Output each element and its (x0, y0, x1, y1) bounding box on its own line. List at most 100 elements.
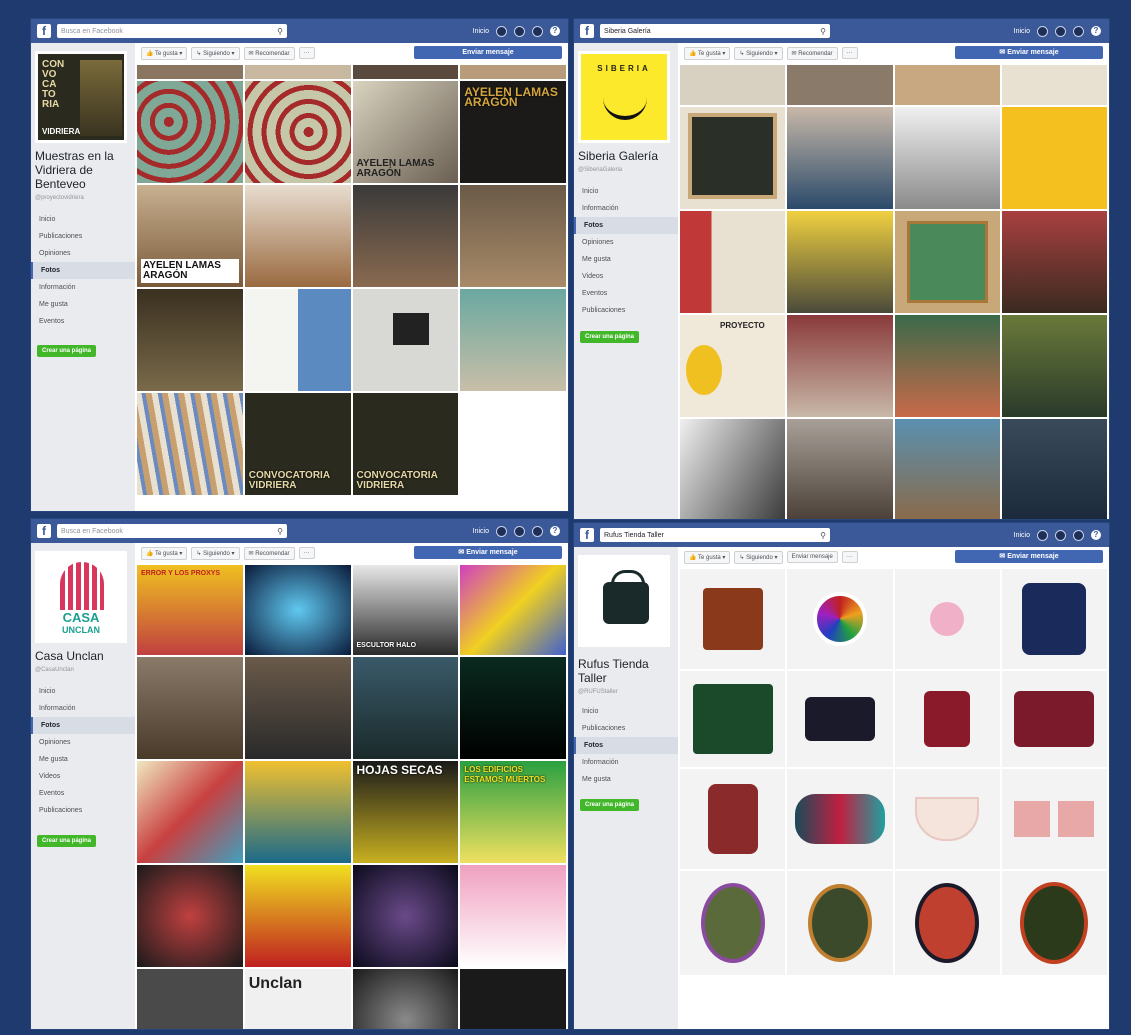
notifications-icon[interactable] (532, 25, 543, 37)
nav-item-eventos[interactable]: Eventos (31, 313, 135, 330)
more-button[interactable]: ··· (841, 551, 858, 563)
recommend-button[interactable]: ✉ Recomendar (786, 46, 838, 60)
create-page-button[interactable]: Crear una página (580, 799, 640, 811)
photo[interactable] (460, 657, 566, 759)
photo[interactable] (352, 865, 459, 967)
nav-item-informacion[interactable]: Información (31, 279, 135, 296)
photo[interactable]: AYELEN LAMAS ARAGÓN (352, 81, 459, 183)
photo[interactable] (1001, 871, 1107, 975)
like-button[interactable]: 👍 Te gusta ▾ (684, 550, 731, 564)
photo[interactable] (137, 81, 243, 183)
page-avatar[interactable]: CASA UNCLAN (35, 551, 127, 643)
send-message-button[interactable]: ✉ Enviar mensaje (955, 46, 1103, 59)
nav-item-fotos[interactable]: Fotos (31, 262, 135, 279)
page-avatar[interactable] (578, 555, 670, 647)
photo[interactable]: LOS EDIFICIOS ESTAMOS MUERTOS (460, 761, 566, 863)
search-input[interactable]: Busca en Facebook ⚲ (57, 524, 287, 538)
photo[interactable] (787, 871, 893, 975)
photo[interactable] (460, 65, 566, 79)
photo[interactable] (352, 657, 459, 759)
photo[interactable]: CONVOCATORIA VIDRIERA (352, 393, 459, 495)
photo[interactable]: HOJAS SECAS (352, 761, 459, 863)
photo[interactable] (1001, 65, 1107, 105)
follow-button[interactable]: ↳ Siguiendo ▾ (191, 546, 240, 560)
nav-item-fotos[interactable]: Fotos (574, 217, 678, 234)
more-button[interactable]: ··· (298, 47, 315, 59)
nav-item-fotos[interactable]: Fotos (574, 737, 678, 754)
photo[interactable] (460, 865, 566, 967)
facebook-logo-icon[interactable]: f (37, 24, 51, 38)
photo[interactable] (460, 185, 566, 287)
send-message-button[interactable]: ✉ Enviar mensaje (414, 546, 562, 559)
photo[interactable] (680, 569, 786, 669)
photo[interactable] (137, 865, 243, 967)
home-link[interactable]: Inicio (473, 28, 489, 35)
photo[interactable] (680, 671, 786, 767)
notifications-icon[interactable] (1073, 529, 1084, 541)
photo[interactable] (894, 569, 1000, 669)
help-icon[interactable]: ? (550, 26, 560, 36)
photo[interactable] (1001, 419, 1107, 519)
photo[interactable] (460, 289, 566, 391)
photo[interactable] (894, 107, 1000, 209)
photo[interactable]: AYELEN LAMAS ARAGÓN (460, 81, 566, 183)
nav-item-publicaciones[interactable]: Publicaciones (574, 720, 678, 737)
search-input[interactable]: Rufus Tienda Taller ⚲ (600, 528, 830, 542)
nav-item-informacion[interactable]: Información (31, 700, 135, 717)
photo[interactable] (680, 871, 786, 975)
home-link[interactable]: Inicio (1014, 28, 1030, 35)
photo[interactable] (1001, 569, 1107, 669)
nav-item-informacion[interactable]: Información (574, 754, 678, 771)
nav-item-inicio[interactable]: Inicio (31, 211, 135, 228)
more-button[interactable]: ··· (298, 547, 315, 559)
nav-item-publicaciones[interactable]: Publicaciones (31, 228, 135, 245)
follow-button[interactable]: ↳ Siguiendo ▾ (734, 550, 783, 564)
home-link[interactable]: Inicio (473, 528, 489, 535)
search-icon[interactable]: ⚲ (820, 27, 826, 36)
nav-item-opiniones[interactable]: Opiniones (31, 245, 135, 262)
photo[interactable] (244, 81, 351, 183)
create-page-button[interactable]: Crear una página (580, 331, 640, 343)
help-icon[interactable]: ? (550, 526, 560, 536)
nav-item-me-gusta[interactable]: Me gusta (31, 296, 135, 313)
photo[interactable] (787, 315, 893, 417)
nav-item-inicio[interactable]: Inicio (574, 703, 678, 720)
nav-item-me-gusta[interactable]: Me gusta (574, 771, 678, 788)
photo[interactable] (894, 65, 1000, 105)
photo[interactable]: Unclan (244, 969, 351, 1029)
friends-icon[interactable] (496, 25, 507, 37)
photo[interactable] (680, 419, 786, 519)
photo[interactable] (137, 969, 243, 1029)
send-message-button[interactable]: ✉ Enviar mensaje (955, 550, 1103, 563)
photo[interactable] (787, 671, 893, 767)
photo[interactable] (680, 107, 786, 209)
photo[interactable] (137, 289, 243, 391)
photo[interactable] (894, 211, 1000, 313)
photo[interactable] (137, 393, 243, 495)
send-message-button[interactable]: Enviar mensaje (414, 46, 562, 59)
nav-item-videos[interactable]: Videos (31, 768, 135, 785)
photo[interactable] (460, 969, 566, 1029)
nav-item-videos[interactable]: Videos (574, 268, 678, 285)
photo[interactable] (352, 185, 459, 287)
search-input[interactable]: Busca en Facebook ⚲ (57, 24, 287, 38)
nav-item-eventos[interactable]: Eventos (31, 785, 135, 802)
photo[interactable] (244, 565, 351, 655)
messages-icon[interactable] (514, 25, 525, 37)
photo[interactable] (894, 315, 1000, 417)
nav-item-inicio[interactable]: Inicio (574, 183, 678, 200)
page-avatar[interactable]: CON VO CA TO RIA VIDRIERA (35, 51, 127, 143)
messages-icon[interactable] (514, 525, 525, 537)
photo[interactable] (787, 107, 893, 209)
nav-item-opiniones[interactable]: Opiniones (31, 734, 135, 751)
photo[interactable] (1001, 671, 1107, 767)
photo[interactable] (244, 289, 351, 391)
photo[interactable] (244, 657, 351, 759)
facebook-logo-icon[interactable]: f (580, 528, 594, 542)
like-button[interactable]: 👍 Te gusta ▾ (141, 546, 188, 560)
help-icon[interactable]: ? (1091, 530, 1101, 540)
photo[interactable] (894, 871, 1000, 975)
photo[interactable]: AYELEN LAMAS ARAGÓN (137, 185, 243, 287)
photo[interactable] (680, 769, 786, 869)
photo[interactable] (894, 419, 1000, 519)
